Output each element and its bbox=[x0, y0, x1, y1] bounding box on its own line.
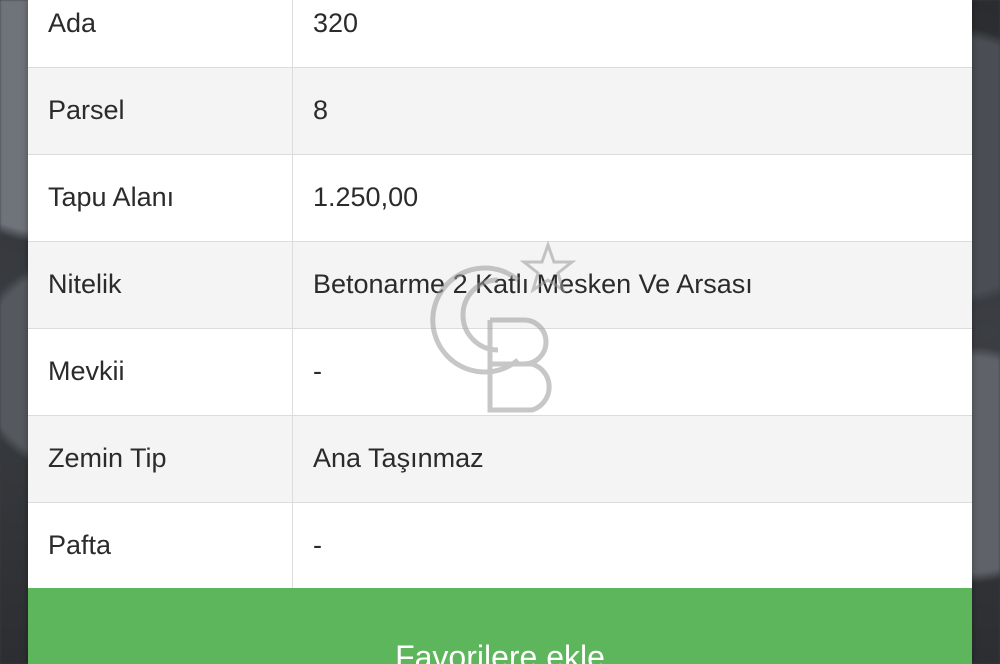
row-label: Ada bbox=[28, 0, 293, 68]
row-label: Parsel bbox=[28, 66, 293, 155]
row-value: 8 bbox=[292, 66, 972, 155]
row-value: 1.250,00 bbox=[292, 153, 972, 242]
row-label: Tapu Alanı bbox=[28, 153, 293, 242]
row-label: Zemin Tip bbox=[28, 414, 293, 503]
row-label: Nitelik bbox=[28, 240, 293, 329]
add-to-favorites-label: Favorilere ekle bbox=[395, 639, 605, 664]
table-row: Ada 320 bbox=[28, 0, 972, 68]
row-value: Ana Taşınmaz bbox=[292, 414, 972, 503]
table-row: Pafta - bbox=[28, 501, 972, 590]
table-row: Tapu Alanı 1.250,00 bbox=[28, 153, 972, 242]
property-info-table: Ada 320 Parsel 8 Tapu Alanı 1.250,00 Nit… bbox=[28, 0, 972, 590]
row-value: - bbox=[292, 327, 972, 416]
table-row: Mevkii - bbox=[28, 327, 972, 416]
row-value: Betonarme 2 Katlı Mesken Ve Arsası bbox=[292, 240, 972, 329]
page: Ada 320 Parsel 8 Tapu Alanı 1.250,00 Nit… bbox=[0, 0, 1000, 664]
table-row: Parsel 8 bbox=[28, 66, 972, 155]
table-row: Nitelik Betonarme 2 Katlı Mesken Ve Arsa… bbox=[28, 240, 972, 329]
property-details-panel: Ada 320 Parsel 8 Tapu Alanı 1.250,00 Nit… bbox=[28, 0, 972, 664]
row-value: - bbox=[292, 501, 972, 590]
row-label: Mevkii bbox=[28, 327, 293, 416]
row-value: 320 bbox=[292, 0, 972, 68]
table-row: Zemin Tip Ana Taşınmaz bbox=[28, 414, 972, 503]
add-to-favorites-button[interactable]: Favorilere ekle bbox=[28, 588, 972, 664]
row-label: Pafta bbox=[28, 501, 293, 590]
